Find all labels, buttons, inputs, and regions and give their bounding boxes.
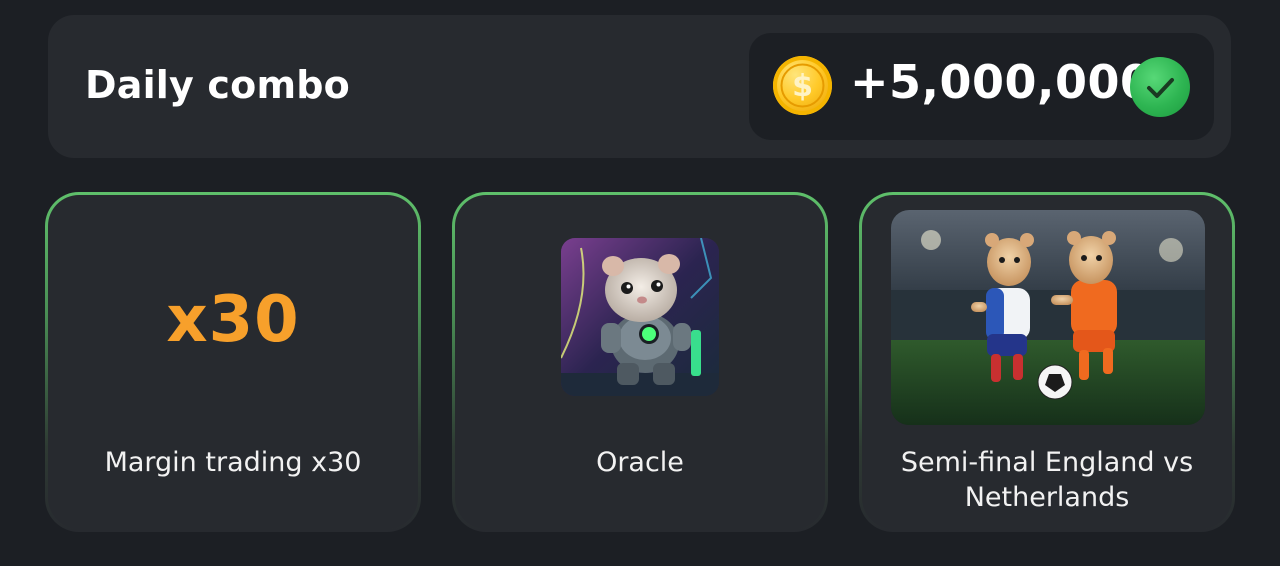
card-label: Margin trading x30 [104, 447, 362, 478]
checkmark-icon [1130, 57, 1190, 117]
football-card-image [891, 210, 1205, 425]
reward-amount: +5,000,000 [850, 55, 1153, 109]
coin-icon: $ [773, 56, 832, 115]
reward-pill: $ +5,000,000 [749, 33, 1214, 140]
page-title: Daily combo [85, 63, 350, 107]
oracle-card-image [561, 238, 719, 396]
daily-combo-header: Daily combo $ +5,000,000 [48, 15, 1231, 158]
multiplier-badge: x30 [166, 283, 300, 357]
combo-card-margin-trading[interactable]: x30 Margin trading x30 [45, 192, 421, 532]
combo-card-semi-final[interactable]: Semi-final England vs Netherlands [859, 192, 1235, 532]
card-label: Semi-final England vs Netherlands [900, 447, 1194, 513]
combo-card-oracle[interactable]: Oracle [452, 192, 828, 532]
coin-symbol: $ [792, 69, 813, 104]
card-label: Oracle [596, 447, 684, 478]
